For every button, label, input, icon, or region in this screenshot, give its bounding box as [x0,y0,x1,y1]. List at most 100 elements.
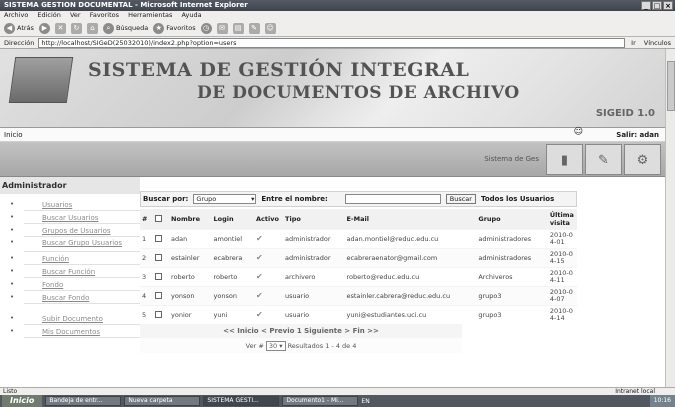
row-checkbox[interactable] [155,273,163,280]
col-email[interactable]: E-Mail [344,209,477,229]
row-checkbox[interactable] [155,254,163,261]
table-row[interactable]: 5 yonior yuni ✔ usuario yuni@estudiantes… [140,304,577,324]
home-icon[interactable]: ⌂ [86,22,98,34]
links-label[interactable]: Vínculos [644,39,671,47]
user-name-link[interactable]: adan [169,228,212,248]
table-row[interactable]: 4 yonson yonson ✔ usuario estainler.cabr… [140,285,577,305]
sidebar-item-buscar-fondo[interactable]: Buscar Fondo [10,291,140,304]
menu-herramientas[interactable]: Herramientas [128,11,172,19]
forward-arrow-icon[interactable]: ▶ [38,22,50,34]
page-size-select[interactable]: 30 ▾ [265,341,286,351]
col-ultima-visita[interactable]: Última visita [547,209,577,229]
user-icon: ☺ [573,127,583,137]
address-input[interactable]: http://localhost/SIGeD(25032010)/index2.… [38,37,626,48]
site-banner: SISTEMA DE GESTIÓN INTEGRAL DE DOCUMENTO… [0,49,665,128]
table-row[interactable]: 2 estainler ecabrera ✔ administrador eca… [140,247,577,267]
active-check-icon[interactable]: ✔ [256,310,263,319]
print-icon[interactable]: ▤ [232,22,244,34]
menu-favoritos[interactable]: Favoritos [90,11,119,19]
table-row[interactable]: 1 adan amontiel ✔ administrador adan.mon… [140,228,577,248]
user-name-link[interactable]: yonson [169,285,212,305]
module-bar: Sistema de Ges ▮ ✎ ⚙ [0,142,665,177]
active-check-icon[interactable]: ✔ [256,253,263,262]
maximize-icon[interactable]: □ [652,1,662,10]
active-check-icon[interactable]: ✔ [256,291,263,300]
task-inbox[interactable]: Bandeja de entr... [45,396,122,406]
task-folder[interactable]: Nueva carpeta [124,396,201,406]
search-button-submit[interactable]: Buscar [445,194,476,204]
all-users-link[interactable]: Todos los Usuarios [481,195,554,203]
documents-icon[interactable]: ▮ [546,144,583,175]
logout-link[interactable]: Salir: adan [616,131,659,139]
banner-version: SIGEID 1.0 [595,108,655,119]
col-activo[interactable]: Activo [253,209,284,229]
go-button[interactable]: Ir [631,39,636,47]
sidebar-item-buscar-funcion[interactable]: Buscar Función [10,265,140,278]
refresh-icon[interactable]: ↻ [70,22,82,34]
table-header-row: # Nombre Login Activo Tipo E-Mail Grupo … [140,209,577,229]
row-checkbox[interactable] [155,235,163,242]
banner-title-line1: SISTEMA DE GESTIÓN INTEGRAL [88,59,470,81]
minimize-icon[interactable]: _ [641,1,651,10]
sidebar-item-funcion[interactable]: Función [10,252,140,265]
scrollbar-thumb[interactable] [667,61,675,111]
col-number: # [140,209,154,229]
history-icon[interactable]: ◷ [200,22,212,34]
search-form: Buscar por: Grupo Entre el nombre: Busca… [140,191,577,207]
col-nombre[interactable]: Nombre [169,209,212,229]
menu-ayuda[interactable]: Ayuda [181,11,201,19]
sidebar-item-buscar-usuarios[interactable]: Buscar Usuarios [10,211,140,224]
main-content: Buscar por: Grupo Entre el nombre: Busca… [140,177,665,353]
active-check-icon[interactable]: ✔ [256,234,263,243]
back-button[interactable]: ◀ Atrás [4,22,34,34]
user-name-link[interactable]: yonior [169,304,212,324]
clock[interactable]: 10:16 [654,397,671,404]
search-button[interactable]: ⌕ Búsqueda [102,22,148,34]
menu-archivo[interactable]: Archivo [4,11,28,19]
home-link[interactable]: Inicio [4,131,23,139]
pagination-info: Ver # 30 ▾ Resultados 1 - 4 de 4 [140,338,462,353]
table-row[interactable]: 3 roberto roberto ✔ archivero roberto@re… [140,266,577,286]
sidebar-item-buscar-grupo[interactable]: Buscar Grupo Usuarios [10,237,140,252]
col-grupo[interactable]: Grupo [476,209,548,229]
favorites-button[interactable]: ★ Favoritos [153,22,196,34]
user-name-link[interactable]: estainler [169,247,212,267]
search-label: Buscar por: [143,195,189,203]
task-browser[interactable]: SISTEMA GESTI... [203,396,280,406]
task-word[interactable]: Documento1 - Mi... [282,396,359,406]
sidebar-item-usuarios[interactable]: Usuarios [10,198,140,211]
window-title: SISTEMA GESTION DOCUMENTAL - Microsoft I… [4,1,248,9]
language-indicator[interactable]: EN [361,398,369,405]
sidebar-item-fondo[interactable]: Fondo [10,278,140,291]
col-tipo[interactable]: Tipo [283,209,345,229]
star-icon: ★ [153,22,165,34]
edit-document-icon[interactable]: ✎ [585,144,622,175]
sidebar-item-mis-documentos[interactable]: Mis Documentos [10,325,140,338]
tools-icon[interactable]: ⚙ [624,144,661,175]
sidebar-item-subir-documento[interactable]: Subir Documento [10,312,140,325]
taskbar: Inicio Bandeja de entr... Nueva carpeta … [0,395,675,407]
pagination-nav[interactable]: << Inicio < Previo 1 Siguiente > Fin >> [140,324,462,338]
search-field-select[interactable]: Grupo [193,194,257,204]
mail-icon[interactable]: ✉ [216,22,228,34]
sidebar-item-grupos-usuarios[interactable]: Grupos de Usuarios [10,224,140,237]
col-login[interactable]: Login [211,209,254,229]
stop-icon[interactable]: ✕ [54,22,66,34]
sidebar: Administrador Usuarios Buscar Usuarios G… [0,177,140,353]
select-all-checkbox[interactable] [155,215,163,223]
row-checkbox[interactable] [155,292,163,299]
close-icon[interactable]: × [663,1,673,10]
vertical-scrollbar[interactable] [665,49,675,387]
address-bar: Dirección http://localhost/SIGeD(2503201… [0,37,675,49]
status-text: Listo [3,388,18,395]
active-check-icon[interactable]: ✔ [256,272,263,281]
start-button[interactable]: Inicio [2,395,43,407]
menu-ver[interactable]: Ver [70,11,81,19]
menu-edicion[interactable]: Edición [37,11,61,19]
row-checkbox[interactable] [155,311,163,319]
messenger-icon[interactable]: ☺ [264,22,276,34]
search-input[interactable] [344,194,441,204]
user-name-link[interactable]: roberto [169,266,212,286]
sidebar-heading: Administrador [0,177,140,194]
edit-icon[interactable]: ✎ [248,22,260,34]
